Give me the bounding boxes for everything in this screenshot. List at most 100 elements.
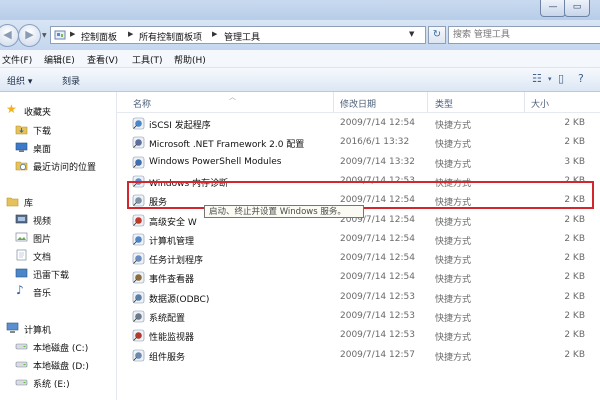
breadcrumb-separator[interactable]: ▶ [70,30,75,38]
view-options-icon[interactable]: ☷ [532,72,542,85]
menu-help[interactable]: 帮助(H) [174,53,206,66]
nav-label: 收藏夹 [24,108,52,118]
maximize-button[interactable]: ▭ [564,0,590,17]
column-header-name[interactable]: 名称 [133,97,151,110]
burn-button[interactable]: 刻录 [62,74,80,87]
forward-button[interactable]: ▶ [18,24,41,47]
nav-item-thunder-downloads[interactable]: 迅雷下载 [0,265,116,283]
menu-view[interactable]: 查看(V) [87,53,118,66]
file-row[interactable]: 计算机管理 2009/7/14 12:54 快捷方式 2 KB [127,232,597,248]
file-row[interactable]: 数据源(ODBC) 2009/7/14 12:53 快捷方式 2 KB [127,290,597,306]
column-header-date[interactable]: 修改日期 [340,97,376,110]
menu-tools[interactable]: 工具(T) [132,53,163,66]
file-row[interactable]: Windows PowerShell Modules 2009/7/14 13:3… [127,155,597,171]
column-divider[interactable] [333,92,334,112]
desktop-icon [15,142,28,152]
file-name: iSCSI 发起程序 [149,121,211,131]
nav-label: 本地磁盘 (C:) [33,344,89,354]
file-modified-date: 2009/7/14 12:53 [340,330,415,341]
file-type: 快捷方式 [435,140,472,151]
breadcrumb-all-items[interactable]: 所有控制面板项 [139,30,202,43]
file-row[interactable]: iSCSI 发起程序 2009/7/14 12:54 快捷方式 2 KB [127,116,597,132]
file-modified-date: 2009/7/14 12:53 [340,291,415,302]
file-size: 2 KB [564,330,585,341]
view-dropdown-icon[interactable]: ▾ [548,75,552,83]
file-type: 快捷方式 [435,256,472,267]
nav-label: 本地磁盘 (D:) [33,362,89,372]
file-row[interactable]: 组件服务 2009/7/14 12:57 快捷方式 2 KB [127,348,597,364]
file-name: 高级安全 W [149,217,197,228]
column-header-size[interactable]: 大小 [531,97,549,110]
title-bar: — ▭ [0,0,600,20]
search-box[interactable] [448,26,600,44]
file-row[interactable]: 系统配置 2009/7/14 12:53 快捷方式 2 KB [127,309,597,325]
breadcrumb-separator[interactable]: ▶ [128,30,133,38]
nav-item-drive-c[interactable]: 本地磁盘 (C:) [0,338,116,356]
file-row[interactable]: Microsoft .NET Framework 2.0 配置 2016/6/1 … [127,135,597,151]
file-name: 任务计划程序 [149,256,204,267]
file-size: 2 KB [564,291,585,302]
chevron-down-icon: ▼ [42,32,47,39]
nav-item-drive-e[interactable]: 系统 (E:) [0,374,116,392]
column-header-type[interactable]: 类型 [435,97,453,110]
minimize-button[interactable]: — [540,0,566,17]
command-bar: 组织 ▾ 刻录 ☷ ▾ ▯ ? [0,68,600,92]
file-name: 组件服务 [149,352,186,363]
picture-library-icon [15,232,28,242]
file-modified-date: 2009/7/14 12:54 [340,233,415,244]
nav-item-documents[interactable]: 文档 [0,247,116,265]
back-button[interactable]: ◀ [0,24,19,47]
explorer-window: — ▭ ◀ ▶ ▼ ▶ 控制面板 ▶ 所有控制面板项 ▶ 管理工具 ▼ ↻ 文件… [0,0,600,400]
column-divider[interactable] [427,92,428,112]
file-modified-date: 2009/7/14 12:57 [340,349,415,360]
file-list-pane: ︿ 名称 修改日期 类型 大小 iSCSI 发起程序 2009/7/14 12:5… [117,92,600,400]
drive-icon [15,379,28,386]
file-size: 2 KB [564,311,585,321]
shortcut-icon [132,272,145,284]
breadcrumb-separator[interactable]: ▶ [212,30,217,38]
nav-item-music[interactable]: ♪ 音乐 [0,283,116,301]
nav-label: 桌面 [33,145,52,155]
sort-ascending-icon: ︿ [229,93,236,101]
file-modified-date: 2009/7/14 12:54 [340,272,415,283]
nav-item-videos[interactable]: 视频 [0,211,116,229]
nav-favorites[interactable]: ★ 收藏夹 [0,102,116,120]
file-type: 快捷方式 [435,217,472,228]
file-type: 快捷方式 [435,275,472,286]
file-row[interactable]: 任务计划程序 2009/7/14 12:54 快捷方式 2 KB [127,251,597,267]
music-note-icon: ♪ [16,283,24,297]
search-input[interactable] [449,27,589,43]
organize-button[interactable]: 组织 ▾ [7,74,32,87]
file-size: 2 KB [564,272,585,283]
nav-label: 系统 (E:) [33,380,70,390]
nav-item-desktop[interactable]: 桌面 [0,139,116,157]
nav-libraries[interactable]: 库 [0,193,116,211]
column-divider[interactable] [524,92,525,112]
nav-label: 文档 [33,253,52,263]
preview-pane-icon[interactable]: ▯ [558,72,564,85]
nav-item-recent-places[interactable]: 最近访问的位置 [0,157,116,175]
file-row[interactable]: 性能监视器 2009/7/14 12:53 快捷方式 2 KB [127,328,597,344]
recent-places-icon [15,161,28,171]
nav-computer[interactable]: 计算机 [0,320,116,338]
address-bar[interactable]: ▶ 控制面板 ▶ 所有控制面板项 ▶ 管理工具 ▼ [50,26,426,44]
refresh-button[interactable]: ↻ [428,26,446,44]
nav-item-drive-d[interactable]: 本地磁盘 (D:) [0,356,116,374]
nav-item-pictures[interactable]: 图片 [0,229,116,247]
library-icon [6,197,19,207]
file-type: 快捷方式 [435,236,472,247]
drive-icon [15,361,28,368]
file-size: 2 KB [564,214,585,225]
file-row[interactable]: 事件查看器 2009/7/14 12:54 快捷方式 2 KB [127,270,597,286]
file-name: 计算机管理 [149,236,195,247]
breadcrumb-admin-tools[interactable]: 管理工具 [224,30,260,43]
menu-edit[interactable]: 编辑(E) [44,53,75,66]
breadcrumb-control-panel[interactable]: 控制面板 [81,30,117,43]
file-size: 2 KB [564,118,585,128]
back-arrow-icon: ◀ [3,28,12,41]
nav-item-downloads[interactable]: 下载 [0,121,116,139]
recent-pages-dropdown[interactable]: ▼ [42,32,48,39]
menu-file[interactable]: 文件(F) [2,53,32,66]
help-icon[interactable]: ? [578,72,584,85]
address-dropdown-icon[interactable]: ▼ [409,30,414,38]
